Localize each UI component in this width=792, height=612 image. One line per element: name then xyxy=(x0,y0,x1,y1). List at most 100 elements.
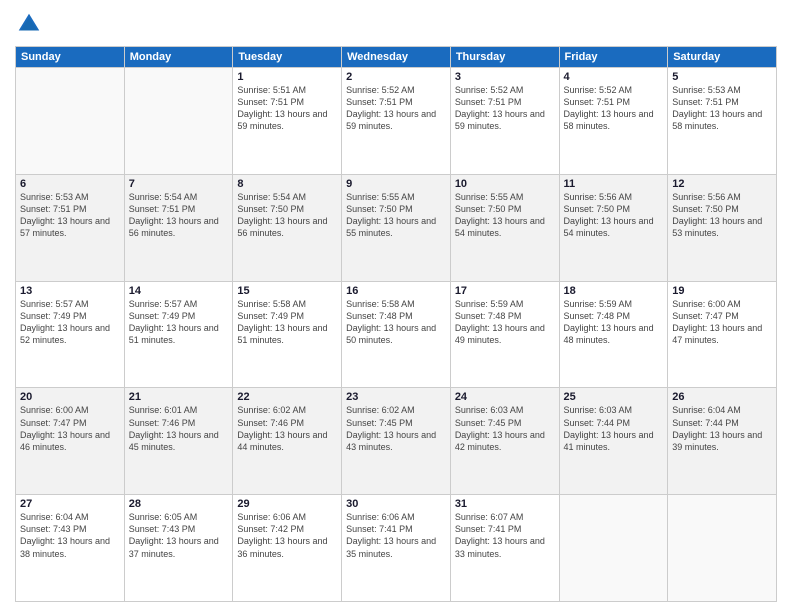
day-number: 9 xyxy=(346,178,446,190)
day-cell: 13Sunrise: 5:57 AM Sunset: 7:49 PM Dayli… xyxy=(16,281,125,388)
header xyxy=(15,10,777,38)
day-number: 31 xyxy=(455,498,555,510)
day-number: 27 xyxy=(20,498,120,510)
day-info: Sunrise: 5:53 AM Sunset: 7:51 PM Dayligh… xyxy=(672,84,772,133)
day-info: Sunrise: 6:00 AM Sunset: 7:47 PM Dayligh… xyxy=(20,404,120,453)
day-cell xyxy=(668,495,777,602)
day-number: 8 xyxy=(237,178,337,190)
day-cell: 19Sunrise: 6:00 AM Sunset: 7:47 PM Dayli… xyxy=(668,281,777,388)
day-cell: 11Sunrise: 5:56 AM Sunset: 7:50 PM Dayli… xyxy=(559,174,668,281)
day-number: 11 xyxy=(564,178,664,190)
day-number: 30 xyxy=(346,498,446,510)
day-number: 13 xyxy=(20,285,120,297)
day-number: 26 xyxy=(672,391,772,403)
day-cell xyxy=(559,495,668,602)
day-number: 28 xyxy=(129,498,229,510)
day-number: 16 xyxy=(346,285,446,297)
day-number: 25 xyxy=(564,391,664,403)
day-number: 5 xyxy=(672,71,772,83)
logo xyxy=(15,10,47,38)
day-cell: 7Sunrise: 5:54 AM Sunset: 7:51 PM Daylig… xyxy=(124,174,233,281)
weekday-header-tuesday: Tuesday xyxy=(233,47,342,68)
day-cell: 17Sunrise: 5:59 AM Sunset: 7:48 PM Dayli… xyxy=(450,281,559,388)
weekday-header-saturday: Saturday xyxy=(668,47,777,68)
day-cell: 27Sunrise: 6:04 AM Sunset: 7:43 PM Dayli… xyxy=(16,495,125,602)
day-cell: 20Sunrise: 6:00 AM Sunset: 7:47 PM Dayli… xyxy=(16,388,125,495)
day-info: Sunrise: 6:03 AM Sunset: 7:45 PM Dayligh… xyxy=(455,404,555,453)
day-number: 15 xyxy=(237,285,337,297)
day-number: 18 xyxy=(564,285,664,297)
day-number: 1 xyxy=(237,71,337,83)
day-info: Sunrise: 5:57 AM Sunset: 7:49 PM Dayligh… xyxy=(20,298,120,347)
weekday-header-wednesday: Wednesday xyxy=(342,47,451,68)
day-info: Sunrise: 5:56 AM Sunset: 7:50 PM Dayligh… xyxy=(564,191,664,240)
day-number: 21 xyxy=(129,391,229,403)
logo-icon xyxy=(15,10,43,38)
day-info: Sunrise: 6:00 AM Sunset: 7:47 PM Dayligh… xyxy=(672,298,772,347)
day-info: Sunrise: 5:59 AM Sunset: 7:48 PM Dayligh… xyxy=(455,298,555,347)
day-info: Sunrise: 5:55 AM Sunset: 7:50 PM Dayligh… xyxy=(346,191,446,240)
day-number: 24 xyxy=(455,391,555,403)
day-info: Sunrise: 5:52 AM Sunset: 7:51 PM Dayligh… xyxy=(455,84,555,133)
day-cell: 10Sunrise: 5:55 AM Sunset: 7:50 PM Dayli… xyxy=(450,174,559,281)
day-info: Sunrise: 5:59 AM Sunset: 7:48 PM Dayligh… xyxy=(564,298,664,347)
day-cell: 29Sunrise: 6:06 AM Sunset: 7:42 PM Dayli… xyxy=(233,495,342,602)
day-cell: 16Sunrise: 5:58 AM Sunset: 7:48 PM Dayli… xyxy=(342,281,451,388)
day-cell: 26Sunrise: 6:04 AM Sunset: 7:44 PM Dayli… xyxy=(668,388,777,495)
day-cell: 30Sunrise: 6:06 AM Sunset: 7:41 PM Dayli… xyxy=(342,495,451,602)
day-cell: 4Sunrise: 5:52 AM Sunset: 7:51 PM Daylig… xyxy=(559,68,668,175)
day-number: 17 xyxy=(455,285,555,297)
day-cell: 24Sunrise: 6:03 AM Sunset: 7:45 PM Dayli… xyxy=(450,388,559,495)
day-info: Sunrise: 6:03 AM Sunset: 7:44 PM Dayligh… xyxy=(564,404,664,453)
day-info: Sunrise: 6:01 AM Sunset: 7:46 PM Dayligh… xyxy=(129,404,229,453)
day-number: 7 xyxy=(129,178,229,190)
day-info: Sunrise: 5:54 AM Sunset: 7:51 PM Dayligh… xyxy=(129,191,229,240)
weekday-header-sunday: Sunday xyxy=(16,47,125,68)
day-info: Sunrise: 5:55 AM Sunset: 7:50 PM Dayligh… xyxy=(455,191,555,240)
week-row-4: 20Sunrise: 6:00 AM Sunset: 7:47 PM Dayli… xyxy=(16,388,777,495)
week-row-2: 6Sunrise: 5:53 AM Sunset: 7:51 PM Daylig… xyxy=(16,174,777,281)
day-cell: 25Sunrise: 6:03 AM Sunset: 7:44 PM Dayli… xyxy=(559,388,668,495)
day-info: Sunrise: 5:53 AM Sunset: 7:51 PM Dayligh… xyxy=(20,191,120,240)
day-cell: 8Sunrise: 5:54 AM Sunset: 7:50 PM Daylig… xyxy=(233,174,342,281)
day-info: Sunrise: 6:02 AM Sunset: 7:46 PM Dayligh… xyxy=(237,404,337,453)
day-number: 12 xyxy=(672,178,772,190)
day-info: Sunrise: 6:05 AM Sunset: 7:43 PM Dayligh… xyxy=(129,511,229,560)
day-number: 4 xyxy=(564,71,664,83)
day-number: 3 xyxy=(455,71,555,83)
day-cell: 28Sunrise: 6:05 AM Sunset: 7:43 PM Dayli… xyxy=(124,495,233,602)
day-info: Sunrise: 6:04 AM Sunset: 7:43 PM Dayligh… xyxy=(20,511,120,560)
day-cell: 31Sunrise: 6:07 AM Sunset: 7:41 PM Dayli… xyxy=(450,495,559,602)
day-info: Sunrise: 5:56 AM Sunset: 7:50 PM Dayligh… xyxy=(672,191,772,240)
week-row-5: 27Sunrise: 6:04 AM Sunset: 7:43 PM Dayli… xyxy=(16,495,777,602)
weekday-header-friday: Friday xyxy=(559,47,668,68)
weekday-header-row: SundayMondayTuesdayWednesdayThursdayFrid… xyxy=(16,47,777,68)
day-cell: 22Sunrise: 6:02 AM Sunset: 7:46 PM Dayli… xyxy=(233,388,342,495)
day-info: Sunrise: 6:04 AM Sunset: 7:44 PM Dayligh… xyxy=(672,404,772,453)
day-info: Sunrise: 5:52 AM Sunset: 7:51 PM Dayligh… xyxy=(346,84,446,133)
day-info: Sunrise: 5:52 AM Sunset: 7:51 PM Dayligh… xyxy=(564,84,664,133)
day-cell: 14Sunrise: 5:57 AM Sunset: 7:49 PM Dayli… xyxy=(124,281,233,388)
day-cell: 15Sunrise: 5:58 AM Sunset: 7:49 PM Dayli… xyxy=(233,281,342,388)
day-info: Sunrise: 5:58 AM Sunset: 7:49 PM Dayligh… xyxy=(237,298,337,347)
day-number: 29 xyxy=(237,498,337,510)
day-info: Sunrise: 5:57 AM Sunset: 7:49 PM Dayligh… xyxy=(129,298,229,347)
day-cell: 18Sunrise: 5:59 AM Sunset: 7:48 PM Dayli… xyxy=(559,281,668,388)
day-info: Sunrise: 5:58 AM Sunset: 7:48 PM Dayligh… xyxy=(346,298,446,347)
day-cell: 6Sunrise: 5:53 AM Sunset: 7:51 PM Daylig… xyxy=(16,174,125,281)
calendar-table: SundayMondayTuesdayWednesdayThursdayFrid… xyxy=(15,46,777,602)
page: SundayMondayTuesdayWednesdayThursdayFrid… xyxy=(0,0,792,612)
day-number: 23 xyxy=(346,391,446,403)
day-number: 10 xyxy=(455,178,555,190)
day-info: Sunrise: 6:06 AM Sunset: 7:41 PM Dayligh… xyxy=(346,511,446,560)
day-cell: 5Sunrise: 5:53 AM Sunset: 7:51 PM Daylig… xyxy=(668,68,777,175)
day-cell: 3Sunrise: 5:52 AM Sunset: 7:51 PM Daylig… xyxy=(450,68,559,175)
day-number: 14 xyxy=(129,285,229,297)
day-number: 20 xyxy=(20,391,120,403)
week-row-3: 13Sunrise: 5:57 AM Sunset: 7:49 PM Dayli… xyxy=(16,281,777,388)
weekday-header-thursday: Thursday xyxy=(450,47,559,68)
day-info: Sunrise: 6:06 AM Sunset: 7:42 PM Dayligh… xyxy=(237,511,337,560)
day-cell: 2Sunrise: 5:52 AM Sunset: 7:51 PM Daylig… xyxy=(342,68,451,175)
day-cell: 23Sunrise: 6:02 AM Sunset: 7:45 PM Dayli… xyxy=(342,388,451,495)
day-cell: 12Sunrise: 5:56 AM Sunset: 7:50 PM Dayli… xyxy=(668,174,777,281)
